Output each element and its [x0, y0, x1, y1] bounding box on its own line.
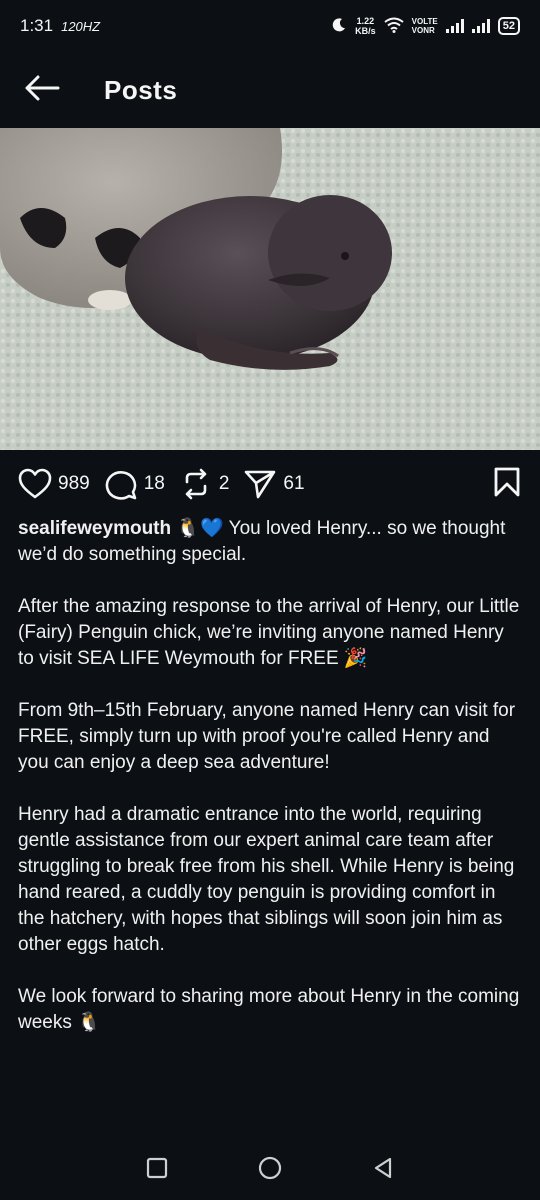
speed-value: 1.22: [356, 16, 375, 26]
volte-label: VOLTE: [411, 17, 438, 26]
volte-indicator: VOLTE VONR: [412, 17, 438, 35]
header: Posts: [0, 52, 540, 128]
caption-paragraph: Henry had a dramatic entrance into the w…: [18, 804, 515, 955]
signal-icon-sim2: [471, 19, 490, 33]
speed-unit: KB/s: [355, 26, 376, 36]
caption-paragraph: After the amazing response to the arriva…: [18, 596, 520, 669]
post-image[interactable]: [0, 128, 540, 450]
save-button[interactable]: [492, 466, 522, 503]
like-button[interactable]: 989: [18, 468, 90, 500]
wifi-icon: [384, 17, 404, 36]
bookmark-icon: [492, 467, 522, 502]
recents-button[interactable]: [137, 1150, 177, 1190]
username-link[interactable]: sealifeweymouth: [18, 518, 171, 539]
comment-button[interactable]: 18: [104, 468, 165, 500]
refresh-rate: 120HZ: [61, 18, 101, 34]
page-title: Posts: [104, 74, 178, 105]
repost-icon: [179, 468, 213, 500]
triangle-back-icon: [372, 1156, 394, 1185]
vonr-label: VONR: [411, 26, 435, 35]
like-count: 989: [58, 473, 90, 494]
comment-count: 18: [143, 473, 165, 494]
arrow-left-icon: [24, 75, 60, 106]
system-nav-bar: [0, 1140, 540, 1200]
caption-intro: sealifeweymouth 🐧💙 You loved Henry... so…: [18, 516, 523, 568]
share-count: 61: [283, 473, 305, 494]
repost-button[interactable]: 2: [179, 468, 230, 500]
status-bar: 1:31 120HZ 1.22 KB/s VOLTE VONR 52: [0, 0, 540, 52]
signal-icon-sim1: [445, 19, 464, 33]
status-icons: 1.22 KB/s VOLTE VONR 52: [331, 16, 520, 36]
send-icon: [243, 468, 277, 500]
comment-bubble-icon: [104, 468, 138, 500]
battery-icon: 52: [497, 17, 520, 35]
network-speed: 1.22 KB/s: [355, 16, 376, 36]
system-back-button[interactable]: [363, 1150, 403, 1190]
back-button[interactable]: [22, 70, 62, 110]
post-caption: sealifeweymouth 🐧💙 You loved Henry... so…: [18, 516, 523, 1062]
home-button[interactable]: [250, 1150, 290, 1190]
caption-paragraph: We look forward to sharing more about He…: [18, 986, 520, 1033]
circle-icon: [257, 1155, 283, 1186]
square-icon: [146, 1157, 168, 1184]
repost-count: 2: [218, 473, 230, 494]
status-time: 1:31: [20, 16, 54, 35]
share-button[interactable]: 61: [243, 468, 305, 500]
post-actions: 989 18 2 61: [18, 462, 522, 506]
caption-paragraph: From 9th–15th February, anyone named Hen…: [18, 700, 516, 773]
moon-icon: [331, 17, 347, 36]
heart-icon: [18, 468, 52, 500]
